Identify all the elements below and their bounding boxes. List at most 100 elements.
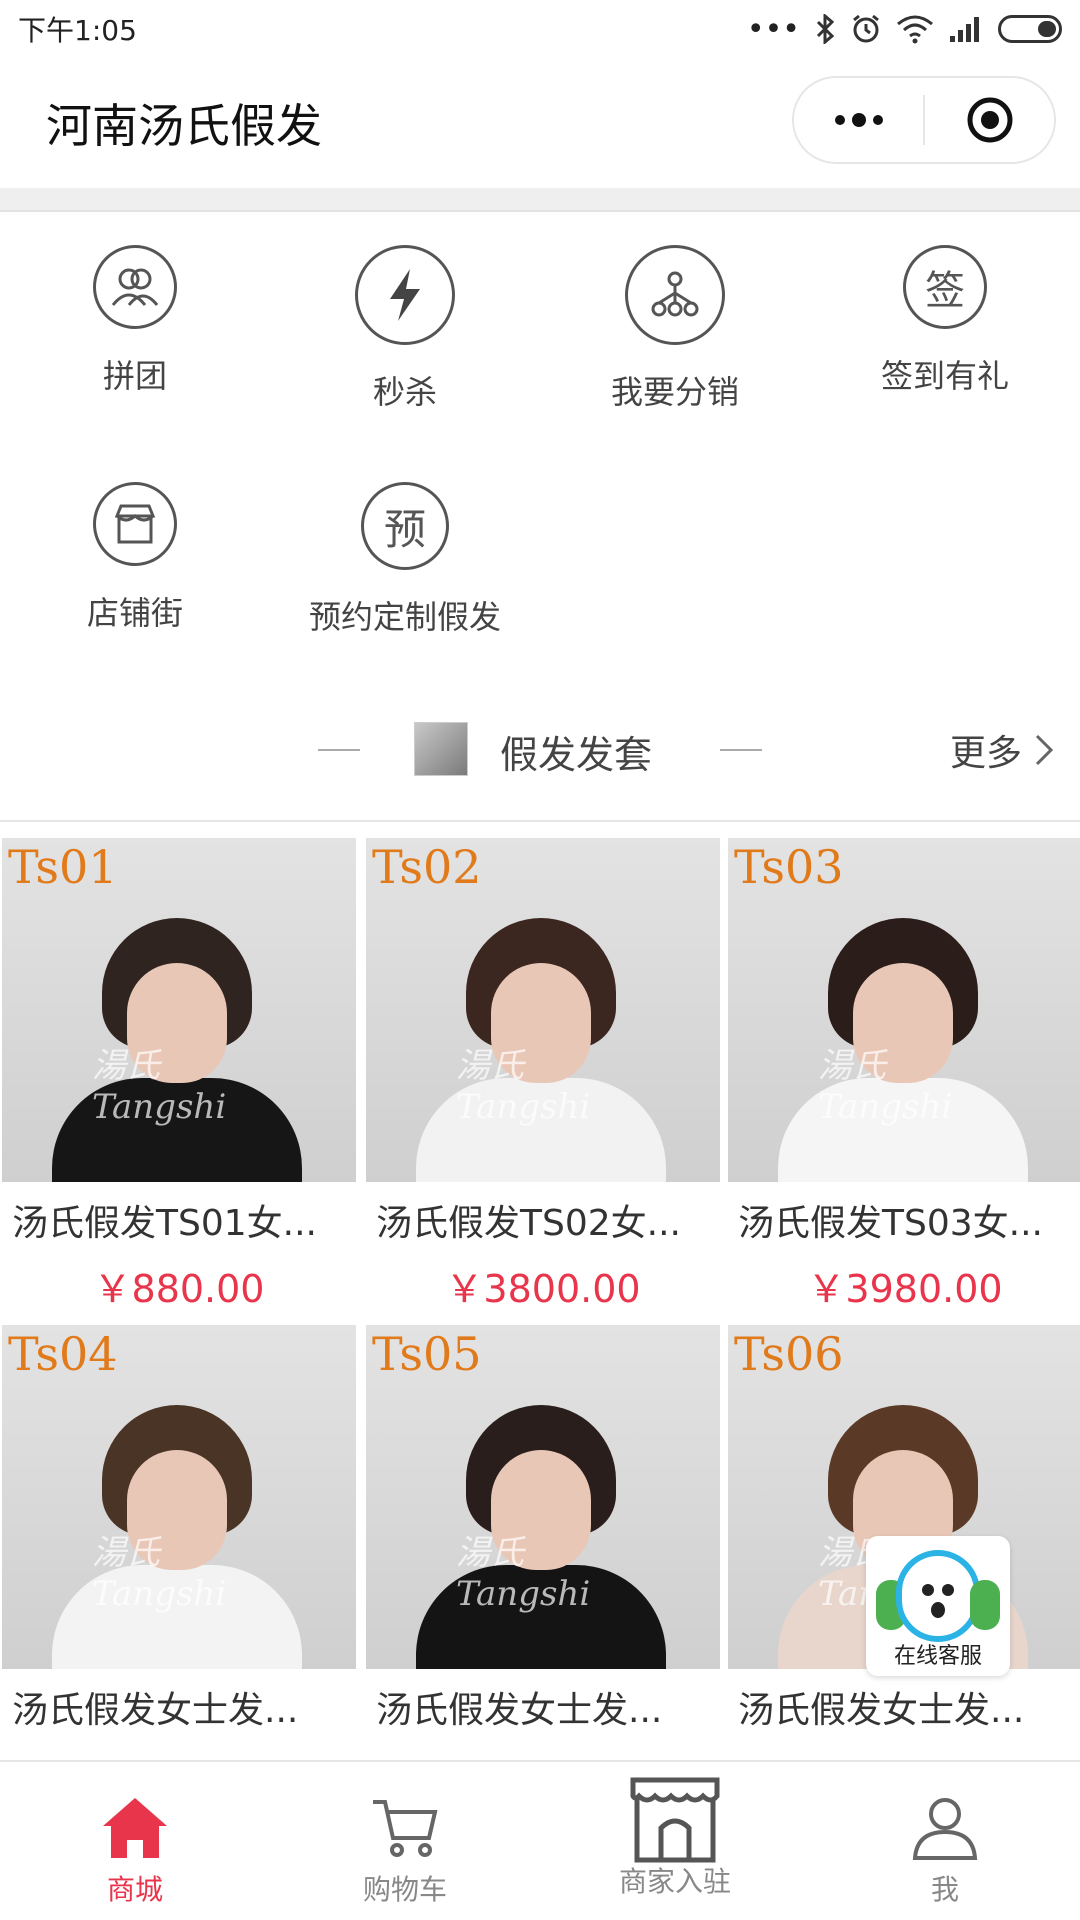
reserve-icon: 预 [361, 482, 449, 570]
home-icon [103, 1798, 167, 1858]
nav-bar: 河南汤氏假发 [0, 58, 1080, 188]
status-bar: 下午1:05 ••• [0, 0, 1080, 58]
menu-item-label: 店铺街 [86, 594, 183, 632]
user-icon [912, 1798, 978, 1860]
product-image: Ts04 湯氏 Tangshi [2, 1325, 356, 1669]
watermark-cn: 湯氏 [456, 1046, 524, 1086]
product-image: Ts05 湯氏 Tangshi [366, 1325, 720, 1669]
chevron-right-icon [1035, 734, 1054, 766]
battery-icon [998, 15, 1062, 43]
status-icons: ••• [747, 12, 1062, 47]
wifi-icon [896, 14, 934, 44]
more-options-button[interactable] [794, 78, 923, 162]
tab-label: 我 [930, 1873, 959, 1906]
product-code: Ts05 [372, 1327, 482, 1381]
watermark-cn: 湯氏 [92, 1046, 160, 1086]
brand-watermark: 湯氏Tangshi [456, 1525, 590, 1614]
status-time: 下午1:05 [18, 14, 137, 47]
product-price: ￥3980.00 [807, 1267, 1003, 1311]
product-card[interactable]: Ts04 湯氏 Tangshi 汤氏假发女士发... [2, 1325, 356, 1745]
lightning-icon [355, 245, 455, 345]
product-price: ￥880.00 [93, 1267, 265, 1311]
menu-item-sign-in[interactable]: 签 签到有礼 [810, 245, 1080, 397]
target-icon [967, 97, 1012, 143]
product-card[interactable]: Ts03 湯氏 Tangshi 汤氏假发TS03女... ￥3980.00 [728, 838, 1080, 1313]
watermark-en: Tangshi [456, 1087, 591, 1127]
alarm-icon [850, 13, 882, 45]
page-title: 河南汤氏假发 [46, 99, 322, 153]
brand-watermark: 湯氏Tangshi [818, 1038, 952, 1127]
section-header: 假发发套 更多 [0, 710, 1080, 790]
watermark-en: Tangshi [818, 1087, 953, 1127]
watermark-cn: 湯氏 [456, 1533, 524, 1573]
share-tree-icon [625, 245, 725, 345]
watermark-en: Tangshi [456, 1574, 591, 1614]
product-code: Ts06 [734, 1327, 844, 1381]
section-thumbnail [414, 722, 468, 776]
product-image: Ts03 湯氏 Tangshi [728, 838, 1080, 1182]
sign-in-icon: 签 [903, 245, 987, 329]
more-link[interactable]: 更多 [950, 724, 1054, 776]
tab-merchant-join[interactable]: 商家入驻 [540, 1762, 810, 1920]
watermark-en: Tangshi [92, 1574, 227, 1614]
product-card[interactable]: Ts06湯氏Tangshi汤氏假发女士发... [728, 1325, 1080, 1745]
headset-right-icon [970, 1580, 1000, 1630]
section-title: 假发发套 [500, 733, 653, 777]
product-image: Ts01 湯氏 Tangshi [2, 838, 356, 1182]
product-name: 汤氏假发TS03女... [738, 1203, 1043, 1244]
menu-item-label: 签到有礼 [880, 357, 1009, 395]
menu-item-group-buy[interactable]: 拼团 [0, 245, 270, 397]
menu-item-label: 拼团 [102, 357, 167, 395]
product-code: Ts01 [8, 840, 118, 894]
menu-item-flash-sale[interactable]: 秒杀 [270, 245, 540, 413]
tab-label: 商家入驻 [618, 1865, 731, 1898]
product-card[interactable]: Ts05 湯氏 Tangshi 汤氏假发女士发... [366, 1325, 720, 1745]
bottom-tab-bar: 商城 购物车 商家入驻 我 [0, 1760, 1080, 1920]
product-name: 汤氏假发TS02女... [376, 1203, 681, 1244]
brand-watermark: 湯氏Tangshi [92, 1038, 226, 1127]
more-dots-icon [834, 113, 883, 127]
watermark-cn: 湯氏 [818, 1046, 886, 1086]
tab-label: 商城 [106, 1873, 163, 1906]
menu-item-reserve-custom[interactable]: 预 预约定制假发 [270, 482, 540, 638]
product-name: 汤氏假发女士发... [376, 1690, 663, 1731]
menu-item-shop-street[interactable]: 店铺街 [0, 482, 270, 634]
storefront-icon [630, 1777, 720, 1863]
menu-item-label: 秒杀 [372, 373, 437, 411]
watermark-en: Tangshi [92, 1087, 227, 1127]
mini-program-capsule [792, 76, 1056, 164]
brand-watermark: 湯氏Tangshi [456, 1038, 590, 1127]
product-code: Ts04 [8, 1327, 118, 1381]
shop-street-icon [93, 482, 177, 566]
menu-item-label: 预约定制假发 [308, 598, 501, 636]
product-card[interactable]: Ts02 湯氏 Tangshi 汤氏假发TS02女... ￥3800.00 [366, 838, 720, 1313]
menu-item-label: 我要分销 [610, 373, 739, 411]
sign-in-glyph: 签 [925, 268, 965, 314]
product-name: 汤氏假发女士发... [738, 1690, 1025, 1731]
customer-service-button[interactable]: 在线客服 [866, 1536, 1010, 1676]
watermark-cn: 湯氏 [92, 1533, 160, 1573]
more-dots-icon: ••• [746, 11, 800, 47]
tab-home[interactable]: 商城 [0, 1762, 270, 1920]
cellular-signal-icon [948, 14, 984, 44]
customer-service-label: 在线客服 [893, 1644, 982, 1669]
reserve-glyph: 预 [383, 504, 426, 554]
menu-item-distribution[interactable]: 我要分销 [540, 245, 810, 413]
section-divider [0, 820, 1080, 822]
product-name: 汤氏假发TS01女... [12, 1203, 317, 1244]
tab-me[interactable]: 我 [810, 1762, 1080, 1920]
close-mini-program-button[interactable] [925, 78, 1054, 162]
product-code: Ts02 [372, 840, 482, 894]
bluetooth-icon [814, 14, 836, 44]
tab-label: 购物车 [362, 1873, 447, 1906]
product-card[interactable]: Ts01 湯氏 Tangshi 汤氏假发TS01女... ￥880.00 [2, 838, 356, 1313]
brand-watermark: 湯氏Tangshi [92, 1525, 226, 1614]
section-dash-left [318, 749, 360, 751]
product-code: Ts03 [734, 840, 844, 894]
cart-icon [373, 1800, 438, 1857]
product-price: ￥3800.00 [445, 1267, 641, 1311]
group-icon [93, 245, 177, 329]
tab-cart[interactable]: 购物车 [270, 1762, 540, 1920]
product-image: Ts02 湯氏 Tangshi [366, 838, 720, 1182]
section-dash-right [720, 749, 762, 751]
